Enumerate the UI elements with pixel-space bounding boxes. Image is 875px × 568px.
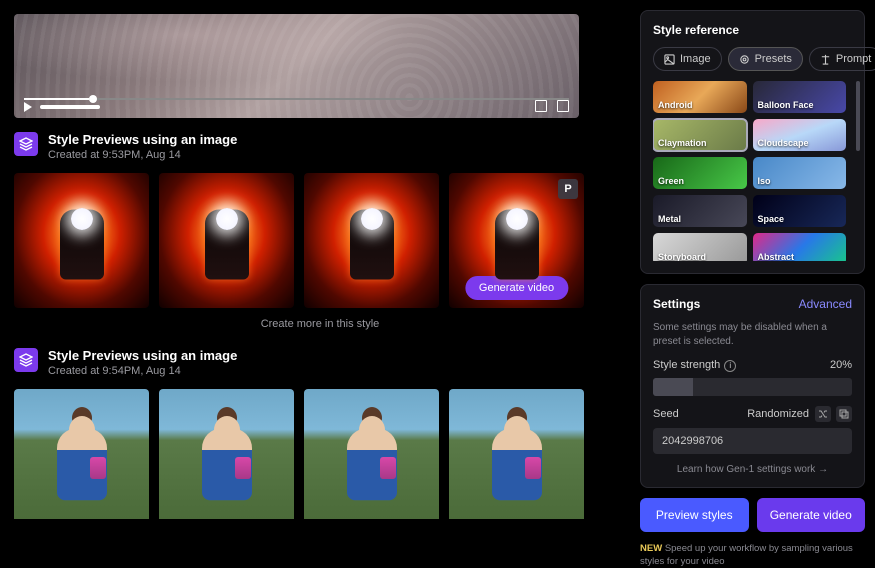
preview-thumb[interactable]: P Generate video (449, 173, 584, 308)
preset-label: Space (758, 214, 785, 224)
preset-claymation[interactable]: Claymation (653, 119, 747, 151)
preset-label: Storyboard (658, 252, 706, 261)
style-badge-icon (14, 132, 38, 156)
strength-value: 20% (830, 359, 852, 371)
preview-thumb[interactable] (304, 173, 439, 308)
settings-panel: Settings Advanced Some settings may be d… (640, 284, 865, 488)
preset-label: Metal (658, 214, 681, 224)
style-badge-icon (14, 348, 38, 372)
settings-note: Some settings may be disabled when a pre… (653, 321, 852, 349)
preview-thumb[interactable] (159, 173, 294, 308)
preset-metal[interactable]: Metal (653, 195, 747, 227)
preview-grid-2 (14, 389, 626, 519)
create-more-link[interactable]: Create more in this style (14, 318, 626, 330)
preset-label: Iso (758, 176, 771, 186)
info-icon[interactable]: i (724, 360, 736, 372)
preview-thumb[interactable] (449, 389, 584, 519)
settings-icon[interactable] (535, 100, 547, 112)
section-title: Style Previews using an image (48, 132, 237, 147)
style-reference-panel: Style reference Image Presets Prompt And… (640, 10, 865, 274)
preset-scroll[interactable]: Android Balloon Face Claymation Cloudscape G… (653, 81, 852, 261)
preview-thumb[interactable] (14, 389, 149, 519)
preset-balloon-face[interactable]: Balloon Face (753, 81, 847, 113)
copy-icon[interactable] (836, 406, 852, 422)
tab-image[interactable]: Image (653, 47, 722, 71)
tab-prompt[interactable]: Prompt (809, 47, 875, 71)
learn-link[interactable]: Learn how Gen-1 settings work (653, 464, 852, 475)
tip-note: NEW Speed up your workflow by sampling v… (640, 542, 865, 568)
preview-thumb[interactable] (304, 389, 439, 519)
panel-title: Settings (653, 297, 700, 311)
preset-label: Balloon Face (758, 100, 814, 110)
advanced-link[interactable]: Advanced (799, 297, 852, 311)
strength-slider[interactable] (653, 378, 852, 396)
preview-styles-button[interactable]: Preview styles (640, 498, 749, 532)
panel-title: Style reference (653, 23, 852, 37)
section-title: Style Previews using an image (48, 348, 237, 363)
video-timeline[interactable] (24, 98, 569, 100)
section-timestamp: Created at 9:53PM, Aug 14 (48, 149, 237, 161)
preset-tag: P (558, 179, 578, 199)
main-content: Style Previews using an image Created at… (0, 0, 640, 519)
play-icon[interactable] (24, 102, 32, 112)
video-player[interactable] (14, 14, 579, 118)
preset-android[interactable]: Android (653, 81, 747, 113)
preview-grid-1: P Generate video (14, 173, 626, 308)
section-timestamp: Created at 9:54PM, Aug 14 (48, 365, 237, 377)
scrollbar[interactable] (856, 81, 860, 151)
preset-label: Android (658, 100, 693, 110)
preset-label: Green (658, 176, 684, 186)
preset-space[interactable]: Space (753, 195, 847, 227)
tab-presets[interactable]: Presets (728, 47, 803, 71)
generate-video-button[interactable]: Generate video (465, 276, 568, 300)
preset-iso[interactable]: Iso (753, 157, 847, 189)
strength-label: Style strengthi (653, 359, 736, 372)
seed-input[interactable]: 2042998706 (653, 428, 852, 454)
preset-label: Claymation (658, 138, 707, 148)
preset-label: Abstract (758, 252, 795, 261)
seed-label: Seed (653, 408, 679, 420)
seed-mode: Randomized (747, 408, 809, 420)
preset-cloudscape[interactable]: Cloudscape (753, 119, 847, 151)
preview-thumb[interactable] (159, 389, 294, 519)
preset-abstract[interactable]: Abstract (753, 233, 847, 261)
sidebar: Style reference Image Presets Prompt And… (640, 0, 875, 519)
preset-storyboard[interactable]: Storyboard (653, 233, 747, 261)
fullscreen-icon[interactable] (557, 100, 569, 112)
preset-label: Cloudscape (758, 138, 809, 148)
preset-green[interactable]: Green (653, 157, 747, 189)
shuffle-icon[interactable] (815, 406, 831, 422)
volume-slider[interactable] (40, 105, 100, 109)
generate-video-button[interactable]: Generate video (757, 498, 866, 532)
preview-thumb[interactable] (14, 173, 149, 308)
